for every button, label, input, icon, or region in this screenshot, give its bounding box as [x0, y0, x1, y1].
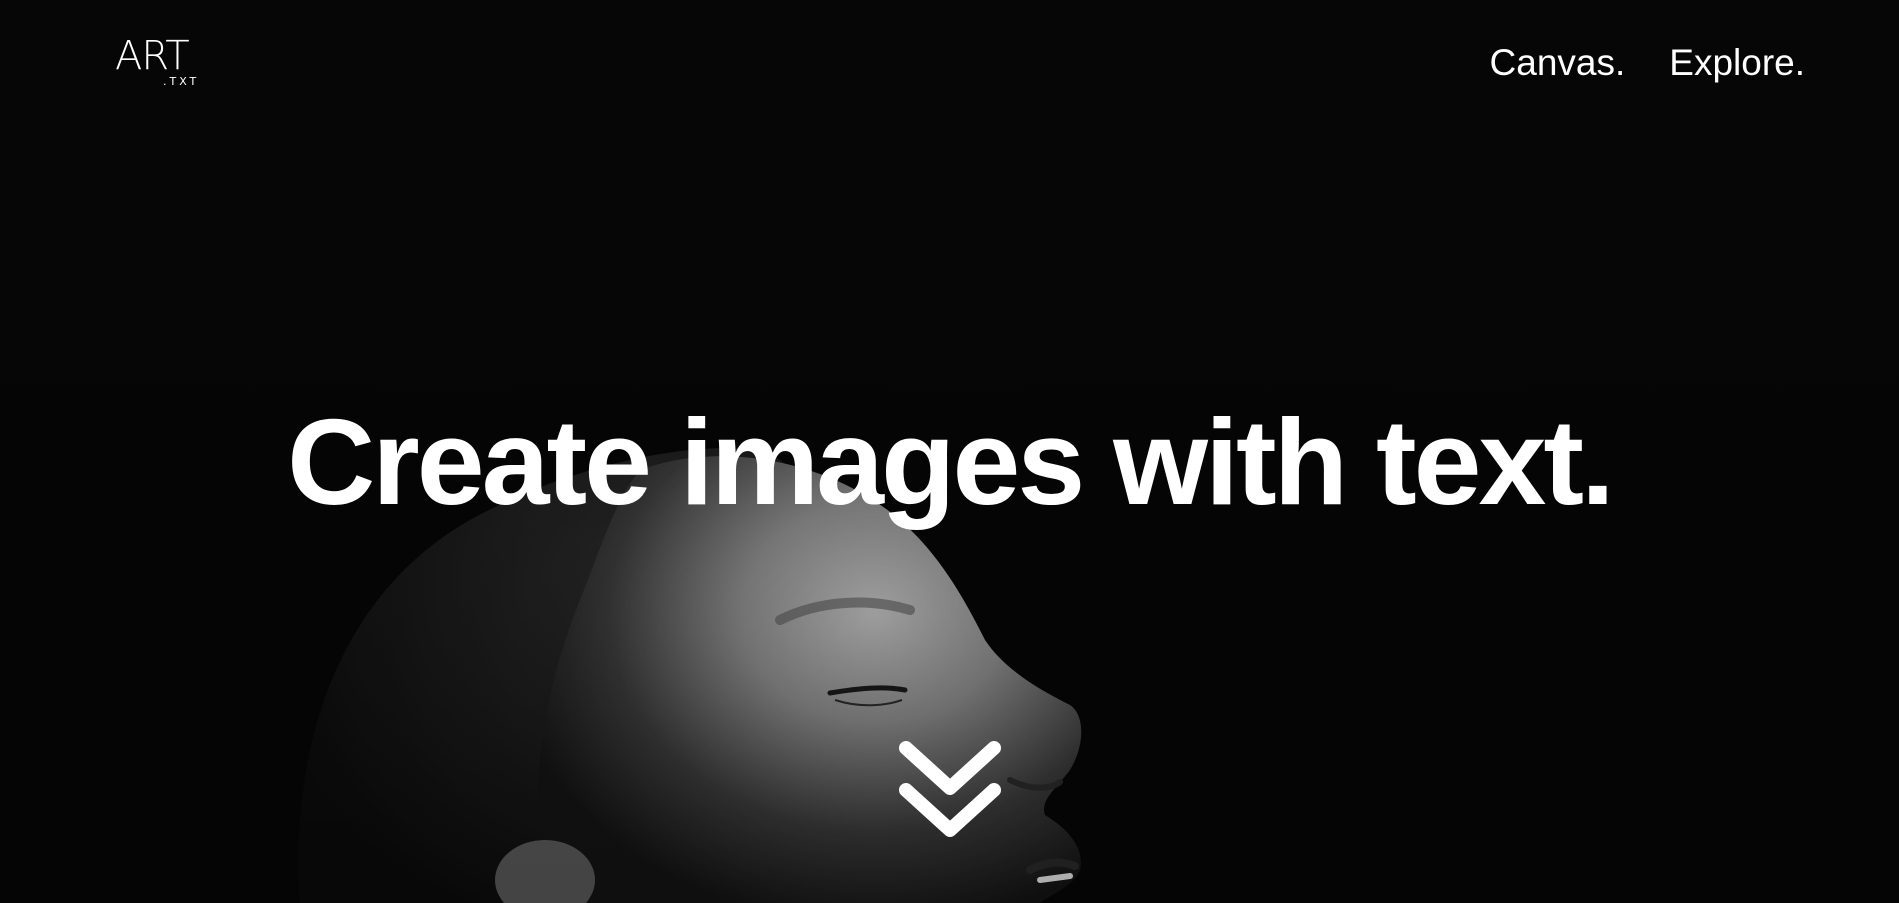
landing-page: ART .TXT Canvas. Explore. Create images … — [0, 0, 1899, 903]
top-nav: Canvas. Explore. — [1490, 40, 1805, 86]
logo-wordmark: ART — [115, 33, 190, 79]
double-chevron-down-icon[interactable] — [896, 738, 1004, 846]
logo-subtext: .TXT — [163, 75, 200, 88]
nav-link-explore[interactable]: Explore. — [1669, 40, 1805, 86]
site-logo[interactable]: ART .TXT — [115, 36, 205, 88]
hero-headline: Create images with text. — [287, 394, 1615, 530]
nav-link-canvas[interactable]: Canvas. — [1490, 40, 1626, 86]
